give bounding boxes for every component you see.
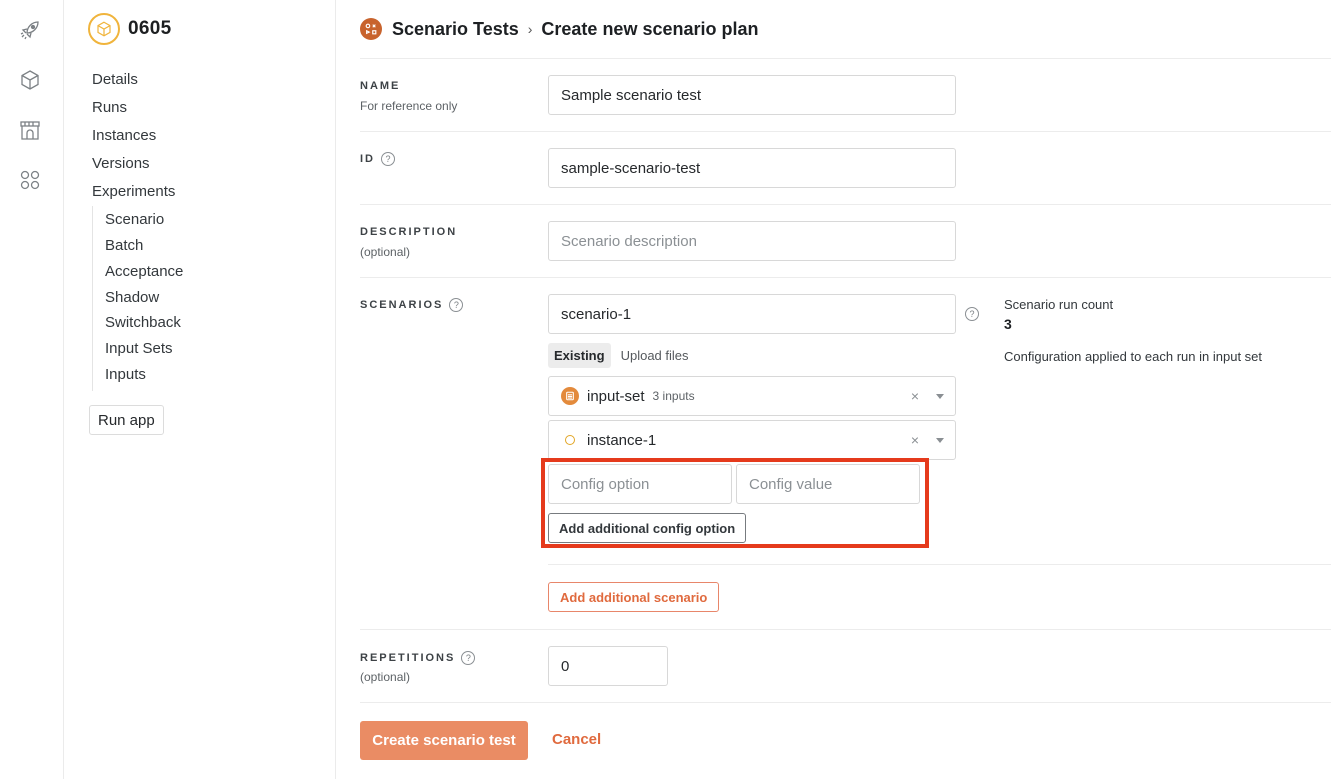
help-icon[interactable]: ? [449, 298, 464, 312]
repetitions-label: REPETITIONS ? [360, 651, 476, 665]
marketplace-icon[interactable] [18, 118, 42, 142]
instance-status-icon [565, 435, 575, 445]
divider [360, 131, 1331, 132]
description-sublabel: (optional) [360, 245, 411, 259]
subnav-switchback[interactable]: Switchback [105, 314, 181, 331]
name-label-text: NAME [360, 80, 401, 92]
repetitions-input[interactable] [548, 646, 668, 686]
app-navigation: 0605 Details Runs Instances Versions Exp… [64, 0, 336, 779]
subnav-inputs[interactable]: Inputs [105, 366, 146, 383]
cancel-link[interactable]: Cancel [552, 731, 601, 748]
instance-select[interactable]: instance-1 × [548, 420, 956, 460]
divider [360, 702, 1331, 703]
help-icon[interactable]: ? [381, 152, 395, 166]
divider [360, 204, 1331, 205]
description-input[interactable] [548, 221, 956, 261]
help-icon[interactable]: ? [461, 651, 476, 665]
create-scenario-test-button[interactable]: Create scenario test [360, 721, 528, 760]
nav-versions[interactable]: Versions [92, 155, 150, 172]
divider [360, 277, 1331, 278]
subnav-acceptance[interactable]: Acceptance [105, 263, 183, 280]
breadcrumb-parent[interactable]: Scenario Tests [392, 19, 519, 40]
breadcrumb: Scenario Tests › Create new scenario pla… [360, 17, 759, 41]
name-sublabel: For reference only [360, 99, 458, 113]
config-note: Configuration applied to each run in inp… [1004, 349, 1263, 364]
icon-rail [0, 0, 64, 779]
help-icon[interactable]: ? [965, 307, 979, 321]
id-label: ID ? [360, 152, 395, 166]
subnav-input-sets[interactable]: Input Sets [105, 340, 173, 357]
add-scenario-button[interactable]: Add additional scenario [548, 582, 720, 612]
config-value-input[interactable] [736, 464, 920, 504]
id-label-text: ID [360, 153, 375, 165]
nav-details[interactable]: Details [92, 71, 138, 88]
input-set-count: 3 inputs [652, 389, 695, 403]
scenarios-label: SCENARIOS ? [360, 298, 464, 312]
nav-runs[interactable]: Runs [92, 99, 127, 116]
name-label: NAME [360, 80, 400, 92]
clear-icon[interactable]: × [911, 432, 919, 448]
divider [548, 564, 1331, 565]
description-label-text: DESCRIPTION [360, 226, 458, 238]
run-app-button[interactable]: Run app [89, 405, 164, 435]
run-count-value: 3 [1004, 316, 1012, 332]
rocket-icon[interactable] [18, 18, 42, 42]
run-count-label: Scenario run count [1004, 297, 1114, 312]
app-title: 0605 [128, 18, 172, 39]
scenario-tests-icon [360, 18, 382, 40]
add-config-option-button[interactable]: Add additional config option [548, 513, 747, 543]
name-input[interactable] [548, 75, 956, 115]
cube-icon[interactable] [18, 68, 42, 92]
input-set-icon [561, 387, 579, 405]
config-option-input[interactable] [548, 464, 732, 504]
subnav-divider [92, 206, 93, 391]
subnav-scenario[interactable]: Scenario [105, 211, 164, 228]
input-set-select[interactable]: input-set 3 inputs × [548, 376, 956, 416]
divider [360, 629, 1331, 630]
input-source-toggle: Existing Upload files [548, 343, 695, 368]
chevron-down-icon[interactable] [936, 394, 944, 399]
page-title: Create new scenario plan [541, 18, 759, 39]
id-input[interactable] [548, 148, 956, 188]
subnav-batch[interactable]: Batch [105, 237, 143, 254]
scenarios-label-text: SCENARIOS [360, 299, 444, 311]
nav-instances[interactable]: Instances [92, 127, 156, 144]
scenario-name-input[interactable] [548, 294, 956, 334]
chevron-down-icon[interactable] [936, 438, 944, 443]
subnav-shadow[interactable]: Shadow [105, 289, 159, 306]
divider [360, 58, 1331, 59]
instance-name: instance-1 [587, 431, 657, 449]
tab-existing[interactable]: Existing [548, 343, 611, 368]
clear-icon[interactable]: × [911, 388, 919, 404]
input-set-name: input-set [587, 387, 645, 405]
main-content: Scenario Tests › Create new scenario pla… [360, 0, 1331, 779]
app-cube-icon [88, 13, 120, 45]
tab-upload-files[interactable]: Upload files [615, 343, 695, 368]
app-header: 0605 [88, 13, 171, 45]
nav-experiments[interactable]: Experiments [92, 183, 175, 200]
description-label: DESCRIPTION [360, 226, 457, 238]
repetitions-sublabel: (optional) [360, 670, 411, 684]
chevron-right-icon: › [527, 21, 533, 37]
apps-grid-icon[interactable] [18, 168, 42, 192]
repetitions-label-text: REPETITIONS [360, 652, 456, 664]
